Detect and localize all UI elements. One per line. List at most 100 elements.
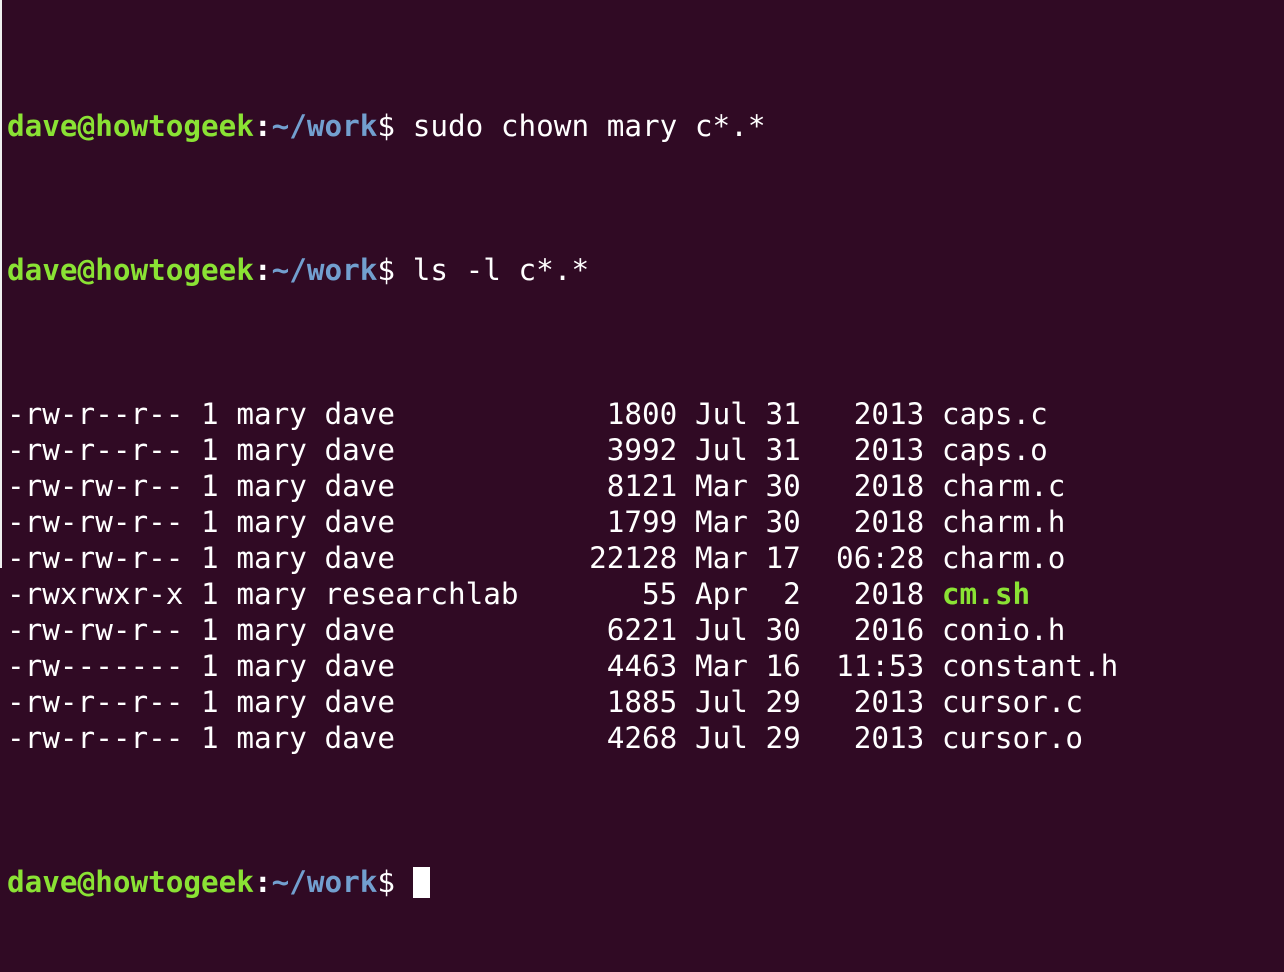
prompt-path: ~/work	[271, 865, 378, 899]
time-or-year: 2013	[818, 685, 925, 719]
prompt-symbol: $	[377, 253, 413, 287]
link-count: 1	[201, 577, 219, 611]
file-name: caps.o	[941, 433, 1048, 467]
permissions: -rw-rw-r--	[7, 541, 184, 575]
listing-row: -rw-r--r-- 1 mary dave 1800 Jul 31 2013 …	[7, 396, 1284, 432]
prompt-user-host: dave@howtogeek	[7, 253, 254, 287]
day: 16	[765, 649, 801, 683]
file-name: constant.h	[941, 649, 1119, 683]
time-or-year: 2013	[818, 397, 925, 431]
file-name: charm.o	[941, 541, 1066, 575]
group: dave	[324, 685, 519, 719]
time-or-year: 2013	[818, 433, 925, 467]
file-name: cm.sh	[941, 577, 1031, 611]
file-size: 1799	[536, 505, 678, 539]
owner: mary	[236, 685, 307, 719]
permissions: -rw-r--r--	[7, 397, 184, 431]
day: 17	[765, 541, 801, 575]
prompt-path: ~/work	[271, 253, 378, 287]
permissions: -rw-rw-r--	[7, 469, 184, 503]
file-size: 4268	[536, 721, 678, 755]
link-count: 1	[201, 469, 219, 503]
day: 29	[765, 721, 801, 755]
permissions: -rw-r--r--	[7, 433, 184, 467]
month: Apr	[694, 577, 748, 611]
owner: mary	[236, 433, 307, 467]
command-text: ls -l c*.*	[412, 253, 590, 287]
command-text: sudo chown mary c*.*	[412, 109, 766, 143]
permissions: -rw-------	[7, 649, 184, 683]
owner: mary	[236, 469, 307, 503]
file-listing: -rw-r--r-- 1 mary dave 1800 Jul 31 2013 …	[7, 396, 1284, 756]
terminal-window[interactable]: dave@howtogeek:~/work$ sudo chown mary c…	[0, 0, 1284, 899]
owner: mary	[236, 397, 307, 431]
month: Mar	[694, 541, 748, 575]
link-count: 1	[201, 649, 219, 683]
time-or-year: 2018	[818, 505, 925, 539]
permissions: -rw-r--r--	[7, 685, 184, 719]
group: researchlab	[324, 577, 519, 611]
file-name: cursor.o	[941, 721, 1084, 755]
month: Jul	[694, 721, 748, 755]
text-cursor[interactable]	[412, 867, 430, 898]
time-or-year: 2016	[818, 613, 925, 647]
prompt-separator: :	[253, 109, 272, 143]
listing-row: -rw------- 1 mary dave 4463 Mar 16 11:53…	[7, 648, 1284, 684]
month: Mar	[694, 469, 748, 503]
file-size: 1885	[536, 685, 678, 719]
prompt-separator: :	[253, 253, 272, 287]
owner: mary	[236, 721, 307, 755]
active-prompt-line[interactable]: dave@howtogeek:~/work$	[7, 864, 1284, 900]
day: 29	[765, 685, 801, 719]
listing-row: -rw-rw-r-- 1 mary dave 1799 Mar 30 2018 …	[7, 504, 1284, 540]
month: Mar	[694, 649, 748, 683]
listing-row: -rw-r--r-- 1 mary dave 1885 Jul 29 2013 …	[7, 684, 1284, 720]
owner: mary	[236, 613, 307, 647]
owner: mary	[236, 577, 307, 611]
file-size: 55	[536, 577, 678, 611]
owner: mary	[236, 505, 307, 539]
group: dave	[324, 433, 519, 467]
file-size: 8121	[536, 469, 678, 503]
permissions: -rw-rw-r--	[7, 613, 184, 647]
time-or-year: 2018	[818, 577, 925, 611]
file-name: cursor.c	[941, 685, 1084, 719]
time-or-year: 11:53	[818, 649, 925, 683]
month: Jul	[694, 433, 748, 467]
day: 30	[765, 613, 801, 647]
file-size: 6221	[536, 613, 678, 647]
file-size: 22128	[536, 541, 678, 575]
month: Mar	[694, 505, 748, 539]
file-size: 4463	[536, 649, 678, 683]
listing-row: -rw-r--r-- 1 mary dave 4268 Jul 29 2013 …	[7, 720, 1284, 756]
group: dave	[324, 505, 519, 539]
file-name: charm.c	[941, 469, 1066, 503]
prompt-separator: :	[253, 865, 272, 899]
group: dave	[324, 613, 519, 647]
group: dave	[324, 721, 519, 755]
prompt-path: ~/work	[271, 109, 378, 143]
link-count: 1	[201, 541, 219, 575]
permissions: -rw-r--r--	[7, 721, 184, 755]
time-or-year: 2018	[818, 469, 925, 503]
listing-row: -rw-rw-r-- 1 mary dave 6221 Jul 30 2016 …	[7, 612, 1284, 648]
prompt-symbol: $	[377, 109, 413, 143]
file-name: charm.h	[941, 505, 1066, 539]
command-line: dave@howtogeek:~/work$ sudo chown mary c…	[7, 108, 1284, 144]
link-count: 1	[201, 685, 219, 719]
day: 31	[765, 433, 801, 467]
link-count: 1	[201, 613, 219, 647]
group: dave	[324, 469, 519, 503]
file-name: conio.h	[941, 613, 1066, 647]
permissions: -rwxrwxr-x	[7, 577, 184, 611]
link-count: 1	[201, 433, 219, 467]
group: dave	[324, 541, 519, 575]
prompt-symbol: $	[377, 865, 413, 899]
link-count: 1	[201, 397, 219, 431]
link-count: 1	[201, 505, 219, 539]
file-size: 3992	[536, 433, 678, 467]
link-count: 1	[201, 721, 219, 755]
listing-row: -rwxrwxr-x 1 mary researchlab 55 Apr 2 2…	[7, 576, 1284, 612]
month: Jul	[694, 685, 748, 719]
file-name: caps.c	[941, 397, 1048, 431]
